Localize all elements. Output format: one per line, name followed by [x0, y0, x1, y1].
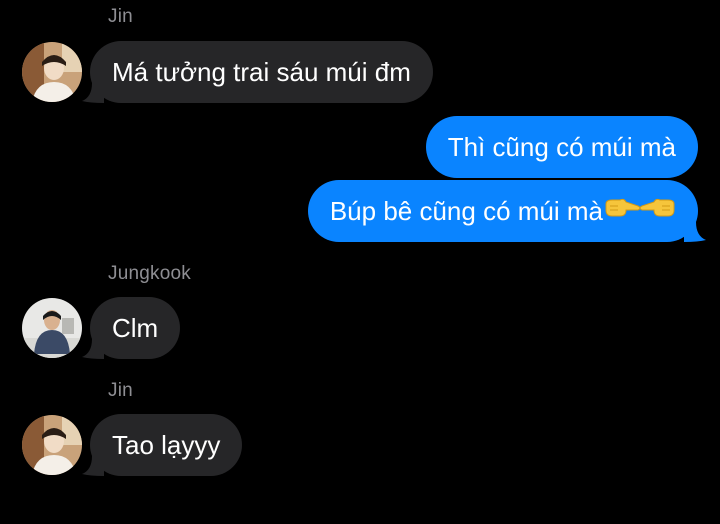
- message-text: Má tưởng trai sáu múi đm: [112, 57, 411, 87]
- backhand-index-pointing-left-icon: [639, 198, 675, 217]
- bubble-tail: [82, 339, 104, 359]
- message-text: Clm: [112, 313, 159, 343]
- bubble-tail: [82, 456, 104, 476]
- avatar-jin[interactable]: [22, 42, 82, 102]
- sender-name-jin: Jin: [108, 6, 133, 27]
- message-text: Tao lạyyy: [112, 430, 221, 460]
- sender-name-jungkook: Jungkook: [108, 263, 191, 284]
- avatar-jungkook-photo: [22, 298, 82, 358]
- message-bubble-outgoing[interactable]: Búp bê cũng có múi mà: [307, 180, 706, 244]
- avatar-jin[interactable]: [22, 415, 82, 475]
- avatar-jungkook[interactable]: [22, 298, 82, 358]
- message-bubble-outgoing[interactable]: Thì cũng có múi mà: [425, 116, 698, 178]
- sender-name-jin: Jin: [108, 380, 133, 401]
- message-bubble-incoming[interactable]: Clm: [82, 297, 181, 359]
- pointing-hands-emoji: [604, 182, 676, 244]
- backhand-index-pointing-right-icon: [605, 198, 641, 217]
- bubble-tail: [82, 83, 104, 103]
- message-text: Thì cũng có múi mà: [447, 132, 676, 162]
- chat-screen: { "messages": [ {"sender": "Jin", "direc…: [0, 0, 720, 524]
- message-bubble-incoming[interactable]: Má tưởng trai sáu múi đm: [82, 41, 433, 103]
- message-bubble-incoming[interactable]: Tao lạyyy: [82, 414, 243, 476]
- message-text: Búp bê cũng có múi mà: [329, 196, 603, 226]
- avatar-jin-photo: [22, 415, 82, 475]
- bubble-tail: [684, 222, 706, 242]
- avatar-jin-photo: [22, 42, 82, 102]
